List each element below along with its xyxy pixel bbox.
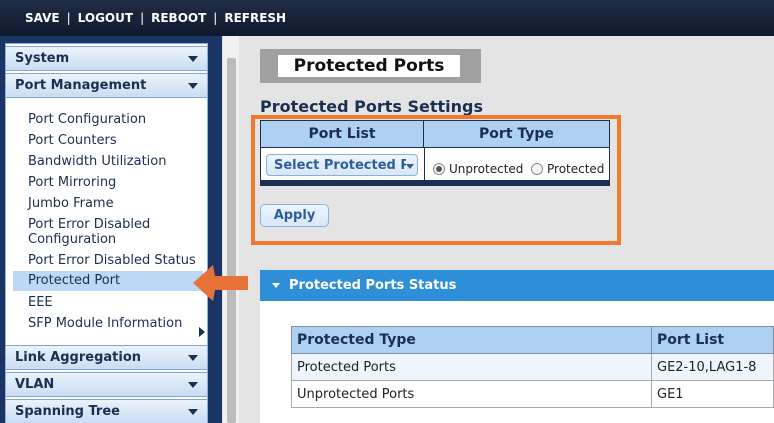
- column-header-protected-type: Protected Type: [291, 326, 652, 354]
- table-header-row: Protected Type Port List: [291, 326, 774, 354]
- column-header-port-list: Port List: [651, 326, 774, 354]
- settings-table: Port List Port Type Select Protected Por…: [260, 120, 610, 186]
- sidebar-item-protected-port[interactable]: Protected Port: [13, 271, 203, 291]
- save-link[interactable]: SAVE: [18, 11, 67, 25]
- logout-link[interactable]: LOGOUT: [71, 11, 140, 25]
- table-cell: Unprotected Ports: [291, 380, 652, 408]
- reboot-link[interactable]: REBOOT: [144, 11, 213, 25]
- chevron-right-icon: [199, 327, 205, 337]
- chevron-down-icon: [188, 355, 198, 361]
- sidebar-section-vlan[interactable]: VLAN: [6, 372, 207, 397]
- table-cell: Protected Ports: [291, 353, 652, 381]
- chevron-down-icon: [188, 83, 198, 89]
- table-cell: GE2-10,LAG1-8: [651, 353, 774, 381]
- chevron-down-icon: [188, 56, 198, 62]
- top-toolbar: SAVE | LOGOUT | REBOOT | REFRESH: [0, 0, 774, 36]
- sidebar-item-port-configuration[interactable]: Port Configuration: [28, 112, 146, 127]
- left-arrow-icon: [193, 265, 248, 301]
- table-row: Unprotected Ports GE1: [291, 380, 774, 408]
- section-label: Port Management: [15, 78, 147, 93]
- unprotected-radio[interactable]: [433, 163, 445, 175]
- section-label: System: [15, 51, 70, 66]
- page-title-box: Protected Ports: [260, 49, 481, 83]
- table-footer-bar: [261, 180, 609, 185]
- status-table: Protected Type Port List Protected Ports…: [291, 326, 774, 408]
- sidebar-item-port-error-disabled-status[interactable]: Port Error Disabled Status: [28, 253, 196, 268]
- refresh-link[interactable]: REFRESH: [217, 11, 293, 25]
- select-protected-ports-dropdown[interactable]: Select Protected Ports: [266, 154, 418, 176]
- protected-radio-label: Protected: [547, 162, 605, 176]
- status-panel: Protected Ports Status Protected Type Po…: [260, 270, 774, 423]
- status-panel-title: Protected Ports Status: [289, 278, 457, 293]
- unprotected-radio-label: Unprotected: [449, 162, 524, 176]
- column-header-port-list: Port List: [261, 121, 424, 148]
- main-content: Protected Ports Protected Ports Settings…: [239, 36, 774, 423]
- table-cell: GE1: [651, 380, 774, 408]
- sidebar-section-system[interactable]: System: [6, 46, 207, 71]
- sidebar-item-port-error-disabled-configuration-line2[interactable]: Configuration: [28, 232, 116, 247]
- sidebar-item-jumbo-frame[interactable]: Jumbo Frame: [28, 196, 114, 211]
- sidebar-section-port-management[interactable]: Port Management: [6, 73, 207, 98]
- sidebar-section-link-aggregation[interactable]: Link Aggregation: [6, 345, 207, 370]
- table-row: Protected Ports GE2-10,LAG1-8: [291, 353, 774, 381]
- apply-button[interactable]: Apply: [260, 204, 329, 227]
- sidebar-item-eee[interactable]: EEE: [28, 295, 53, 310]
- triangle-down-icon: [406, 164, 414, 169]
- toolbar-links: SAVE | LOGOUT | REBOOT | REFRESH: [18, 11, 293, 25]
- triangle-down-icon: [272, 283, 280, 288]
- page-title: Protected Ports: [278, 55, 460, 77]
- column-header-port-type: Port Type: [424, 121, 609, 148]
- vertical-scrollbar[interactable]: [222, 36, 239, 423]
- section-label: VLAN: [15, 377, 55, 392]
- divider: [424, 148, 425, 181]
- settings-heading: Protected Ports Settings: [260, 97, 483, 116]
- sidebar-item-port-counters[interactable]: Port Counters: [28, 133, 117, 148]
- sidebar-menu: System Port Management Port Configuratio…: [5, 43, 208, 423]
- sidebar-item-bandwidth-utilization[interactable]: Bandwidth Utilization: [28, 154, 166, 169]
- chevron-down-icon: [188, 409, 198, 415]
- dropdown-label: Select Protected Ports: [274, 158, 406, 173]
- section-label: Link Aggregation: [15, 350, 142, 365]
- section-label: Spanning Tree: [15, 404, 120, 419]
- sidebar-item-port-mirroring[interactable]: Port Mirroring: [28, 175, 116, 190]
- status-panel-header[interactable]: Protected Ports Status: [260, 270, 774, 301]
- sidebar: System Port Management Port Configuratio…: [0, 36, 222, 423]
- sidebar-item-sfp-module-information[interactable]: SFP Module Information: [28, 316, 182, 331]
- sidebar-section-spanning-tree[interactable]: Spanning Tree: [6, 399, 207, 423]
- scrollbar-thumb[interactable]: [227, 58, 236, 423]
- sidebar-item-port-error-disabled-configuration[interactable]: Port Error Disabled: [28, 217, 150, 232]
- chevron-down-icon: [188, 382, 198, 388]
- protected-radio[interactable]: [531, 163, 543, 175]
